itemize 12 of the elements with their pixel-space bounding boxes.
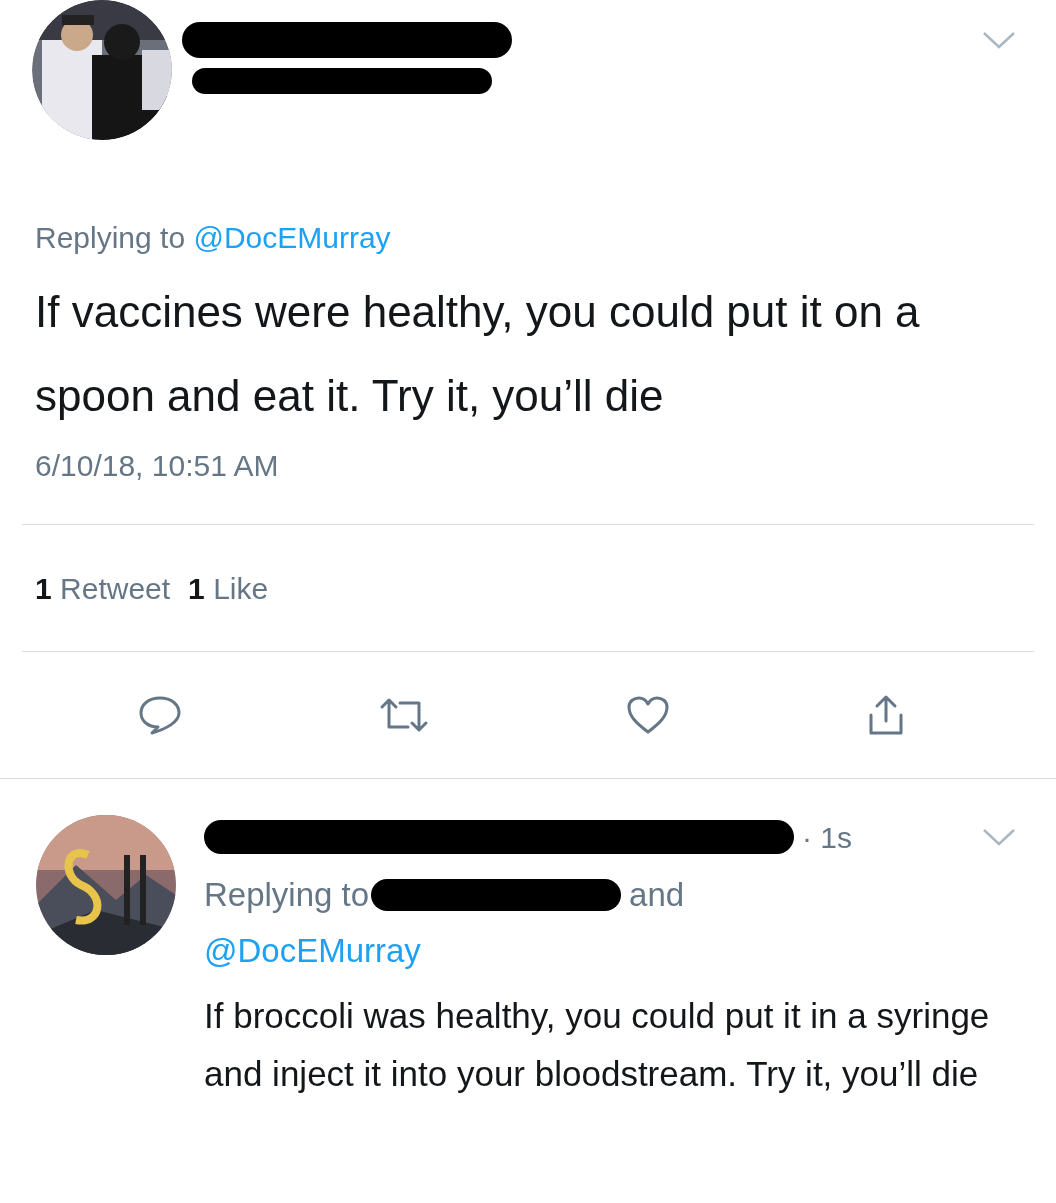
replying-to-label: Replying to <box>35 221 186 254</box>
conjunction-text: and <box>629 875 685 915</box>
retweet-icon[interactable] <box>378 697 430 733</box>
reply-text: If broccoli was healthy, you could put it in a syringe and inject it into your bloodstream. Try it, you’ll die <box>204 995 991 1095</box>
stat-link[interactable]: 1 Like <box>188 565 269 611</box>
reply-icon[interactable] <box>138 695 182 735</box>
replying-to-label: Replying to <box>204 875 370 915</box>
heart-icon[interactable] <box>626 695 670 735</box>
tweet-time: · 1s <box>802 819 852 856</box>
stat-link[interactable]: 1 Retweet <box>35 565 171 611</box>
tweet-text: If vaccines were healthy, you could put it on a spoon and eat it. Try it, you’ll die <box>35 286 921 422</box>
tweet-timestamp: 6/10/18, 10:51 AM <box>35 448 279 484</box>
